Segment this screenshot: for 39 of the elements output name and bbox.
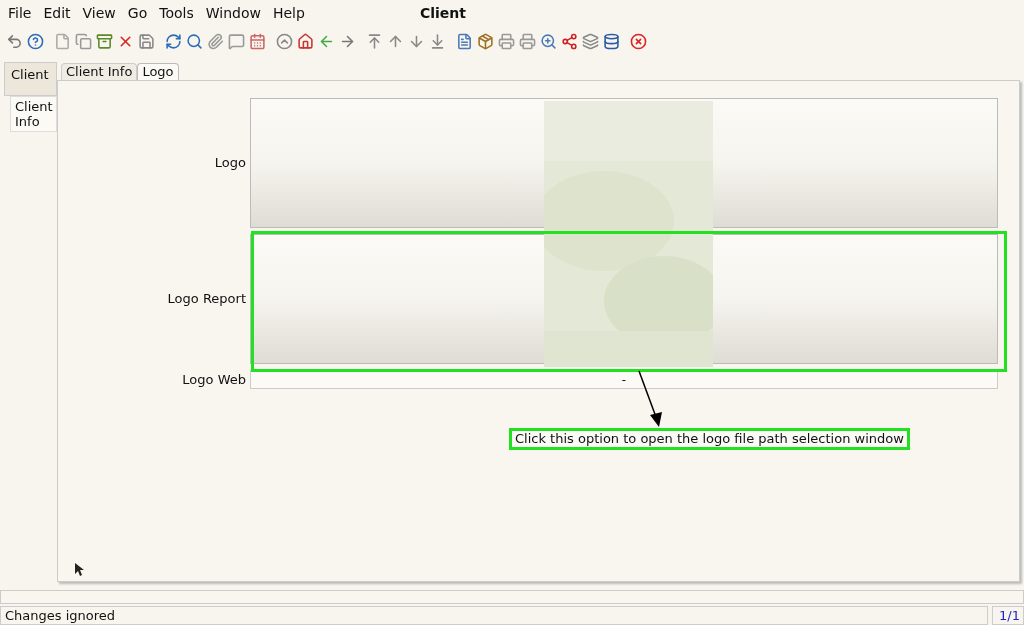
field-label: Logo [213,154,247,173]
home-icon[interactable] [297,32,314,50]
menu-item[interactable]: Tools [159,2,194,24]
tab[interactable]: Client Info [61,63,138,80]
help-icon[interactable] [27,32,44,50]
new-document-icon[interactable] [54,32,71,50]
status-message: Changes ignored [0,606,988,625]
menu-item[interactable]: File [8,2,32,24]
side-tab[interactable]: Client [4,62,57,96]
search-icon[interactable] [186,32,203,50]
print-icon[interactable] [519,32,536,50]
calendar-icon[interactable] [249,32,266,50]
database-icon[interactable] [603,32,620,50]
arrow [636,369,664,429]
undo-icon[interactable] [6,32,23,50]
report-icon[interactable] [456,32,473,50]
copy-icon[interactable] [75,32,92,50]
field-label: Logo Web [181,371,247,389]
record-count: 1/1 [992,606,1024,625]
side-tab[interactable]: Client Info [10,96,57,132]
menu-item[interactable]: Help [272,2,305,24]
save-icon[interactable] [138,32,155,50]
first-record-icon[interactable] [366,32,383,50]
close-icon[interactable] [630,32,647,50]
menu-item[interactable]: Edit [43,2,71,24]
refresh-icon[interactable] [165,32,182,50]
attachment-icon[interactable] [207,32,224,50]
archive-box-icon[interactable] [477,32,494,50]
field-label: Logo Report [166,290,247,309]
mouse-cursor-icon [75,563,84,576]
chat-icon[interactable] [228,32,245,50]
archive-icon[interactable] [96,32,113,50]
menu-item[interactable]: Window [205,2,261,24]
menu-item[interactable]: View [82,2,116,24]
window-title: Client [420,3,467,23]
callout: Click this option to open the logo file path selection window [509,428,910,450]
last-record-icon[interactable] [429,32,446,50]
tab[interactable]: Logo [137,63,179,80]
menu-item[interactable]: Go [127,2,148,24]
